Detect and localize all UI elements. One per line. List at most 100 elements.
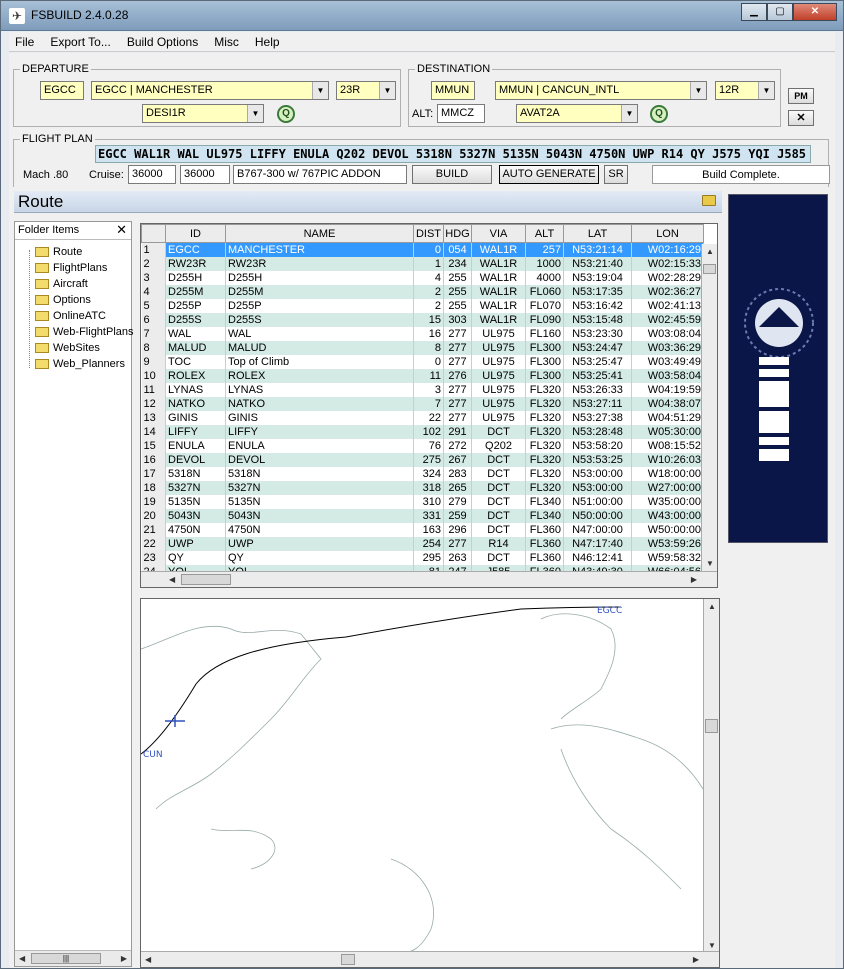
table-row[interactable]: 10 ROLEX ROLEX 11 276 UL975 FL300 N53:25:41 W03:… [141,368,704,383]
table-row[interactable]: 13 GINIS GINIS 22 277 UL975 FL320 N53:27:38 W04:… [141,410,704,425]
column-header[interactable]: ID [165,224,226,243]
table-row[interactable]: 6 D255S D255S 15 303 WAL1R FL090 N53:15:48 W02:4… [141,312,704,327]
table-row[interactable]: 3 D255H D255H 4 255 WAL1R 4000 N53:19:04 W02:28:… [141,270,704,285]
table-row[interactable]: 4 D255M D255M 2 255 WAL1R FL060 N53:17:35 W02:36… [141,284,704,299]
destination-airport-select[interactable]: MMUN | CANCUN_INTL ▼ [495,81,707,100]
table-row[interactable]: 7 WAL WAL 16 277 UL975 FL160 N53:23:30 W03:08:04 [141,326,704,341]
sidebar-item-web-flightplans[interactable]: Web-FlightPlans [15,324,134,340]
column-header[interactable]: VIA [471,224,526,243]
table-row[interactable]: 14 LIFFY LIFFY 102 291 DCT FL320 N53:28:48 W05:3… [141,424,704,439]
sidebar-item-flightplans[interactable]: FlightPlans [15,260,131,276]
maximize-button[interactable]: ▢ [767,3,793,21]
map-hscrollbar[interactable]: ◀ ▶ [141,951,719,967]
table-row[interactable]: 21 4750N 4750N 163 296 DCT FL360 N47:00:00 W50:0… [141,522,704,537]
table-row[interactable]: 5 D255P D255P 2 255 WAL1R FL070 N53:16:42 W02:41… [141,298,704,313]
table-row[interactable]: 23 QY QY 295 263 DCT FL360 N46:12:41 W59:58:32 [141,550,704,565]
menu-build-options[interactable]: Build Options [127,35,198,49]
column-header[interactable]: NAME [225,224,414,243]
route-string-field[interactable]: EGCC WAL1R WAL UL975 LIFFY ENULA Q202 DE… [95,145,811,163]
column-header[interactable]: ALT [525,224,564,243]
scroll-thumb[interactable] [705,719,718,733]
arrow-up-icon[interactable]: ▲ [706,247,714,256]
close-icon[interactable]: ✕ [788,110,814,126]
departure-icao-field[interactable]: EGCC [40,81,84,100]
sidebar-item-web-planners[interactable]: Web_Planners [15,356,131,372]
auto-generate-button[interactable]: AUTO GENERATE [499,165,599,184]
cruise-altitude-field-2[interactable]: 36000 [180,165,230,184]
table-row[interactable]: 9 TOC Top of Climb 0 277 UL975 FL300 N53:25:47 W… [141,354,704,369]
table-row[interactable]: 22 UWP UWP 254 277 R14 FL360 N47:17:40 W53:59:26 [141,536,704,551]
departure-airport-select[interactable]: EGCC | MANCHESTER ▼ [91,81,329,100]
title-bar[interactable]: ✈ FSBUILD 2.4.0.28 ▁ ▢ ✕ [1,1,843,31]
arrow-down-icon[interactable]: ▼ [708,941,716,950]
chevron-down-icon[interactable]: ▼ [758,82,774,99]
alternate-field[interactable]: MMCZ [437,104,485,123]
column-header[interactable]: LON [631,224,704,243]
chevron-down-icon[interactable]: ▼ [690,82,706,99]
table-row[interactable]: 15 ENULA ENULA 76 272 Q202 FL320 N53:58:20 W08:1… [141,438,704,453]
departure-runway-select[interactable]: 23R ▼ [336,81,396,100]
column-header[interactable]: DIST [413,224,444,243]
menu-file[interactable]: File [15,35,34,49]
sidebar-item-route[interactable]: Route [15,244,131,260]
menu-help[interactable]: Help [255,35,280,49]
pm-button[interactable]: PM [788,88,814,104]
scroll-thumb[interactable]: ||| [31,953,101,964]
scroll-thumb[interactable] [181,574,231,585]
arrow-left-icon[interactable]: ◀ [169,575,175,584]
sidebar-item-options[interactable]: Options [15,292,131,308]
scroll-thumb[interactable] [341,954,355,965]
route-map[interactable]: EGCC CUN ▲ ▼ ◀ ▶ [140,598,720,968]
table-row[interactable]: 12 NATKO NATKO 7 277 UL975 FL320 N53:27:11 W04:3… [141,396,704,411]
sr-button[interactable]: SR [604,165,628,184]
table-row[interactable]: 19 5135N 5135N 310 279 DCT FL340 N51:00:00 W35:0… [141,494,704,509]
sidebar-item-aircraft[interactable]: Aircraft [15,276,131,292]
map-vscrollbar[interactable]: ▲ ▼ [703,599,719,953]
column-header[interactable]: LAT [563,224,632,243]
arrow-up-icon[interactable]: ▲ [708,602,716,611]
menu-misc[interactable]: Misc [214,35,239,49]
arrow-right-icon[interactable]: ▶ [121,954,127,963]
build-button[interactable]: BUILD [412,165,492,184]
sidebar-hscrollbar[interactable]: ◀ ||| ▶ [15,950,131,966]
scroll-thumb[interactable] [703,264,716,274]
table-row[interactable]: 8 MALUD MALUD 8 277 UL975 FL300 N53:24:47 W03:36… [141,340,704,355]
table-row[interactable]: 11 LYNAS LYNAS 3 277 UL975 FL320 N53:26:33 W04:1… [141,382,704,397]
arrow-left-icon[interactable]: ◀ [145,955,151,964]
table-hscrollbar[interactable]: ◀ ▶ [141,571,717,587]
table-row[interactable]: 1 EGCC MANCHESTER 0 054 WAL1R 257 N53:21:14 W02:… [141,242,704,257]
chevron-down-icon[interactable]: ▼ [621,105,637,122]
arrow-right-icon[interactable]: ▶ [691,575,697,584]
arrow-left-icon[interactable]: ◀ [19,954,25,963]
arrow-down-icon[interactable]: ▼ [706,559,714,568]
menu-export-to[interactable]: Export To... [50,35,110,49]
chevron-down-icon[interactable]: ▼ [379,82,395,99]
close-window-button[interactable]: ✕ [793,3,837,21]
folder-icon[interactable] [702,195,716,206]
star-select[interactable]: AVAT2A ▼ [516,104,638,123]
table-row[interactable]: 2 RW23R RW23R 1 234 WAL1R 1000 N53:21:40 W02:15:… [141,256,704,271]
column-header[interactable] [141,224,166,243]
app-icon[interactable]: ✈ [9,8,25,24]
table-row[interactable]: 18 5327N 5327N 318 265 DCT FL320 N53:00:00 W27:0… [141,480,704,495]
chevron-down-icon[interactable]: ▼ [247,105,263,122]
aircraft-field[interactable]: B767-300 w/ 767PIC ADDON [233,165,407,184]
table-vscrollbar[interactable]: ▲ ▼ [701,244,717,571]
arrow-right-icon[interactable]: ▶ [693,955,699,964]
close-icon[interactable]: ✕ [116,222,127,238]
sidebar-item-websites[interactable]: WebSites [15,340,131,356]
column-header[interactable]: HDG [443,224,472,243]
destination-runway-select[interactable]: 12R ▼ [715,81,775,100]
destination-icao-field[interactable]: MMUN [431,81,475,100]
chevron-down-icon[interactable]: ▼ [312,82,328,99]
sid-select[interactable]: DESI1R ▼ [142,104,264,123]
search-icon[interactable]: Q [277,105,295,123]
table-cell: 272 [443,438,472,453]
table-row[interactable]: 17 5318N 5318N 324 283 DCT FL320 N53:00:00 W18:0… [141,466,704,481]
search-icon[interactable]: Q [650,105,668,123]
sidebar-item-onlineatc[interactable]: OnlineATC [15,308,131,324]
cruise-altitude-field[interactable]: 36000 [128,165,176,184]
table-row[interactable]: 16 DEVOL DEVOL 275 267 DCT FL320 N53:53:25 W10:2… [141,452,704,467]
minimize-button[interactable]: ▁ [741,3,767,21]
table-row[interactable]: 20 5043N 5043N 331 259 DCT FL340 N50:00:00 W43:0… [141,508,704,523]
